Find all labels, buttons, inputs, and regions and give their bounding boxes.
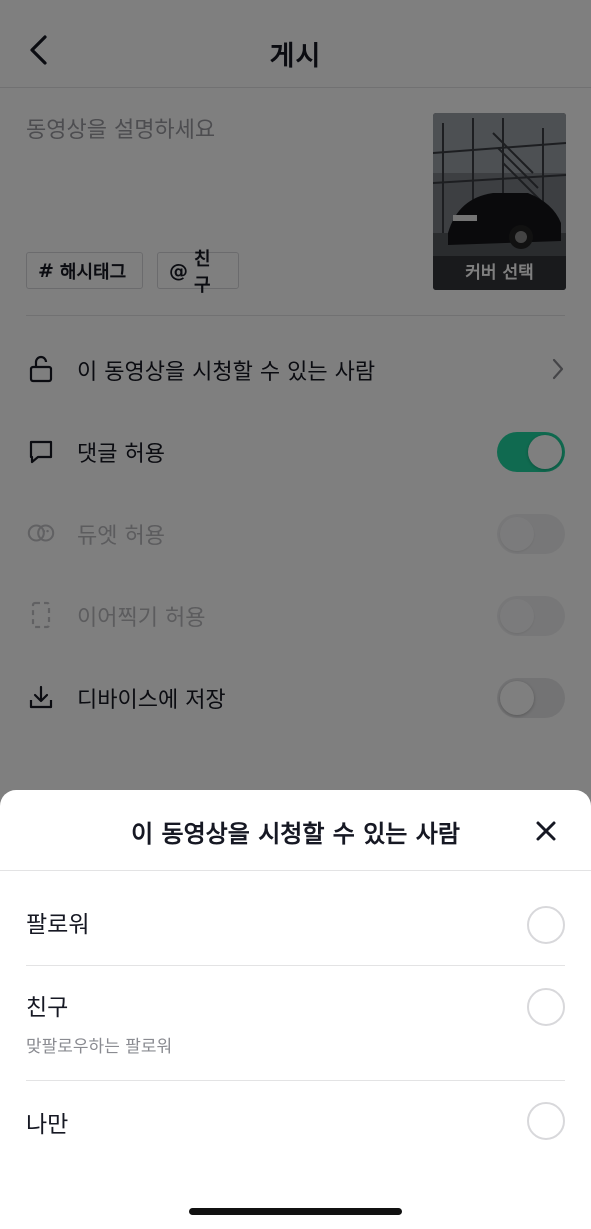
close-button[interactable] <box>531 818 561 848</box>
sheet-title: 이 동영상을 시청할 수 있는 사람 <box>131 820 460 848</box>
option-only-me[interactable]: 나만 <box>0 1081 591 1175</box>
option-label: 나만 <box>26 1112 69 1138</box>
option-label: 친구 <box>26 995 69 1021</box>
option-friends[interactable]: 친구 맞팔로우하는 팔로워 <box>0 966 591 1080</box>
privacy-bottom-sheet: 이 동영상을 시청할 수 있는 사람 팔로워 친구 맞팔로우하는 팔로워 나만 <box>0 790 591 1229</box>
radio-button[interactable] <box>527 988 565 1026</box>
option-label: 팔로워 <box>26 912 90 938</box>
option-sublabel: 맞팔로우하는 팔로워 <box>26 1037 173 1057</box>
radio-button[interactable] <box>527 906 565 944</box>
radio-button[interactable] <box>527 1102 565 1140</box>
close-icon <box>535 820 557 846</box>
option-followers[interactable]: 팔로워 <box>0 871 591 965</box>
home-indicator <box>189 1208 402 1215</box>
